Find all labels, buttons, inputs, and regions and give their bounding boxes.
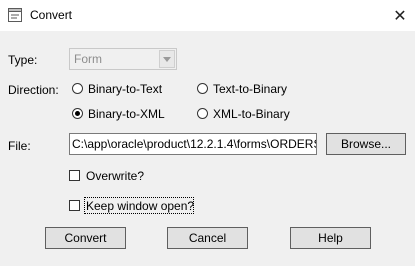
- close-icon: ✕: [393, 7, 407, 25]
- convert-button[interactable]: Convert: [45, 227, 126, 249]
- radio-binary-to-xml[interactable]: [72, 108, 83, 119]
- window-title: Convert: [30, 8, 73, 22]
- keep-window-open-checkbox[interactable]: [69, 200, 80, 211]
- type-label-text: Type:: [8, 53, 38, 67]
- direction-label: Direction:: [8, 83, 59, 97]
- convert-button-label: Convert: [64, 231, 107, 245]
- convert-dialog: Convert ✕ Type: Form Direction: Binary-t…: [0, 0, 415, 266]
- overwrite-checkbox[interactable]: [69, 170, 80, 181]
- file-path-input[interactable]: C:\app\oracle\product\12.2.1.4\forms\ORD…: [69, 133, 317, 155]
- type-value: Form: [74, 52, 102, 66]
- radio-binary-to-text-label[interactable]: Binary-to-Text: [88, 82, 162, 96]
- radio-binary-to-xml-label[interactable]: Binary-to-XML: [88, 107, 165, 121]
- radio-xml-to-binary-label[interactable]: XML-to-Binary: [213, 107, 290, 121]
- help-button-label: Help: [318, 231, 343, 245]
- type-combobox[interactable]: Form: [69, 48, 177, 70]
- app-icon: [8, 8, 22, 22]
- overwrite-label[interactable]: Overwrite?: [86, 169, 144, 183]
- browse-button-label: Browse...: [340, 137, 391, 151]
- radio-binary-to-text[interactable]: [72, 83, 83, 94]
- close-button[interactable]: ✕: [385, 0, 415, 31]
- chevron-down-icon: [163, 56, 171, 62]
- combobox-arrow-button[interactable]: [159, 50, 175, 68]
- cancel-button[interactable]: Cancel: [167, 227, 248, 249]
- radio-text-to-binary[interactable]: [197, 83, 208, 94]
- title-bar: Convert ✕: [0, 0, 415, 31]
- radio-text-to-binary-label[interactable]: Text-to-Binary: [213, 82, 287, 96]
- radio-xml-to-binary[interactable]: [197, 108, 208, 119]
- help-button[interactable]: Help: [290, 227, 371, 249]
- keep-window-open-label[interactable]: Keep window open?: [86, 199, 194, 213]
- file-label: File:: [8, 139, 31, 153]
- type-label: Type:: [8, 53, 37, 67]
- cancel-button-label: Cancel: [188, 231, 227, 245]
- browse-button[interactable]: Browse...: [326, 133, 406, 155]
